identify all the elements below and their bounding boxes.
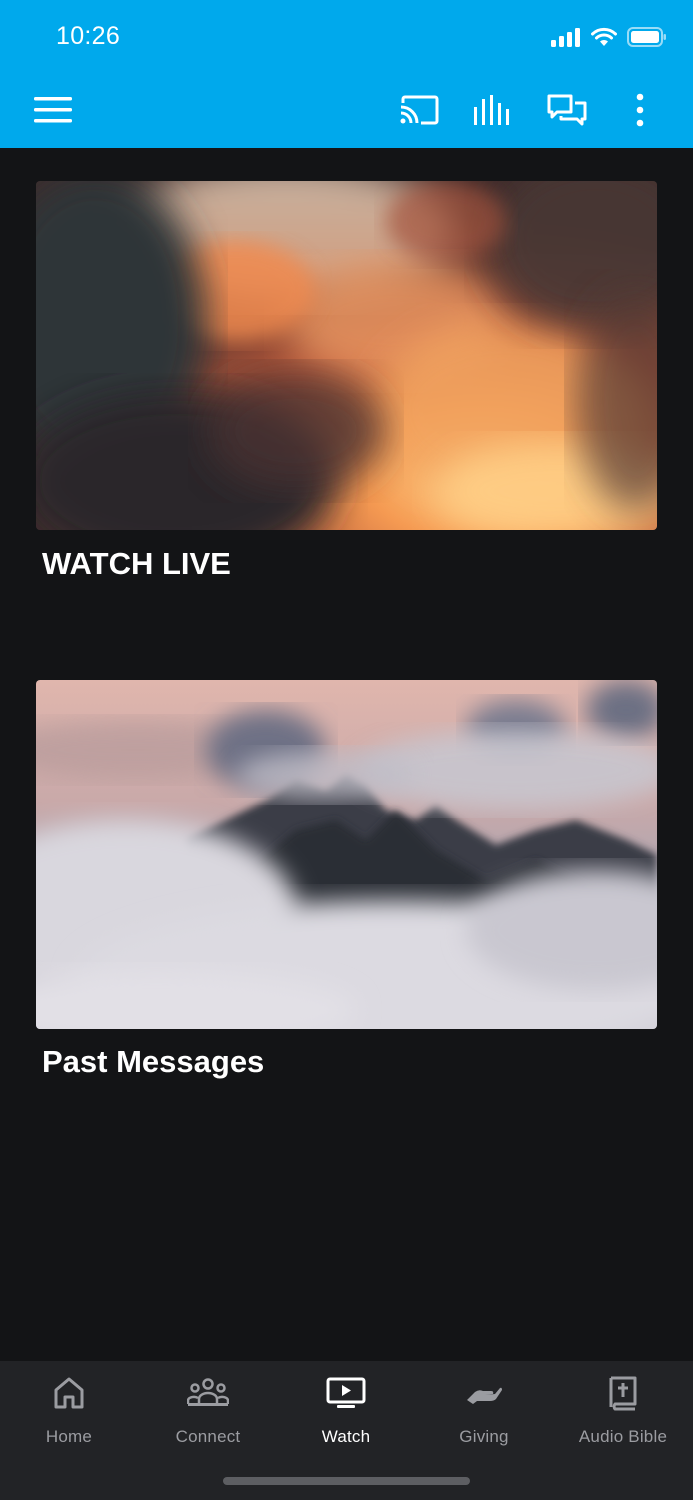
status-time: 10:26 <box>56 22 121 50</box>
tab-giving-label: Giving <box>459 1427 509 1446</box>
cast-button[interactable] <box>397 88 441 132</box>
wifi-icon <box>591 27 617 52</box>
tab-giving[interactable]: Giving <box>415 1361 553 1451</box>
tab-home[interactable]: Home <box>0 1361 138 1451</box>
home-indicator[interactable] <box>223 1477 470 1485</box>
past-messages-image[interactable] <box>36 680 657 1029</box>
audio-levels-icon <box>474 95 509 125</box>
past-messages-title[interactable]: Past Messages <box>42 1044 264 1080</box>
tab-home-label: Home <box>45 1427 93 1446</box>
watch-live-image[interactable] <box>36 181 657 530</box>
tab-watch[interactable]: Watch <box>277 1361 415 1451</box>
more-button[interactable] <box>618 88 662 132</box>
cast-icon <box>400 95 439 125</box>
chat-icon <box>547 94 587 126</box>
chat-button[interactable] <box>545 88 589 132</box>
bible-icon <box>609 1376 637 1411</box>
tab-connect[interactable]: Connect <box>139 1361 277 1451</box>
menu-icon <box>34 97 72 123</box>
menu-button[interactable] <box>31 88 75 132</box>
tab-watch-label: Watch <box>321 1427 371 1446</box>
battery-icon <box>627 27 667 52</box>
tv-play-icon <box>326 1377 366 1408</box>
home-icon <box>54 1377 84 1409</box>
giving-hand-icon <box>467 1387 502 1404</box>
audio-button[interactable] <box>470 88 514 132</box>
tab-connect-label: Connect <box>175 1427 241 1446</box>
app-header: 10:26 <box>0 0 693 148</box>
more-vertical-icon <box>636 93 644 127</box>
watch-live-title[interactable]: WATCH LIVE <box>42 546 231 582</box>
status-icons <box>551 27 667 52</box>
tab-audio-bible[interactable]: Audio Bible <box>554 1361 692 1451</box>
tab-audio-bible-label: Audio Bible <box>578 1427 668 1446</box>
people-icon <box>187 1378 229 1406</box>
signal-icon <box>551 27 581 52</box>
